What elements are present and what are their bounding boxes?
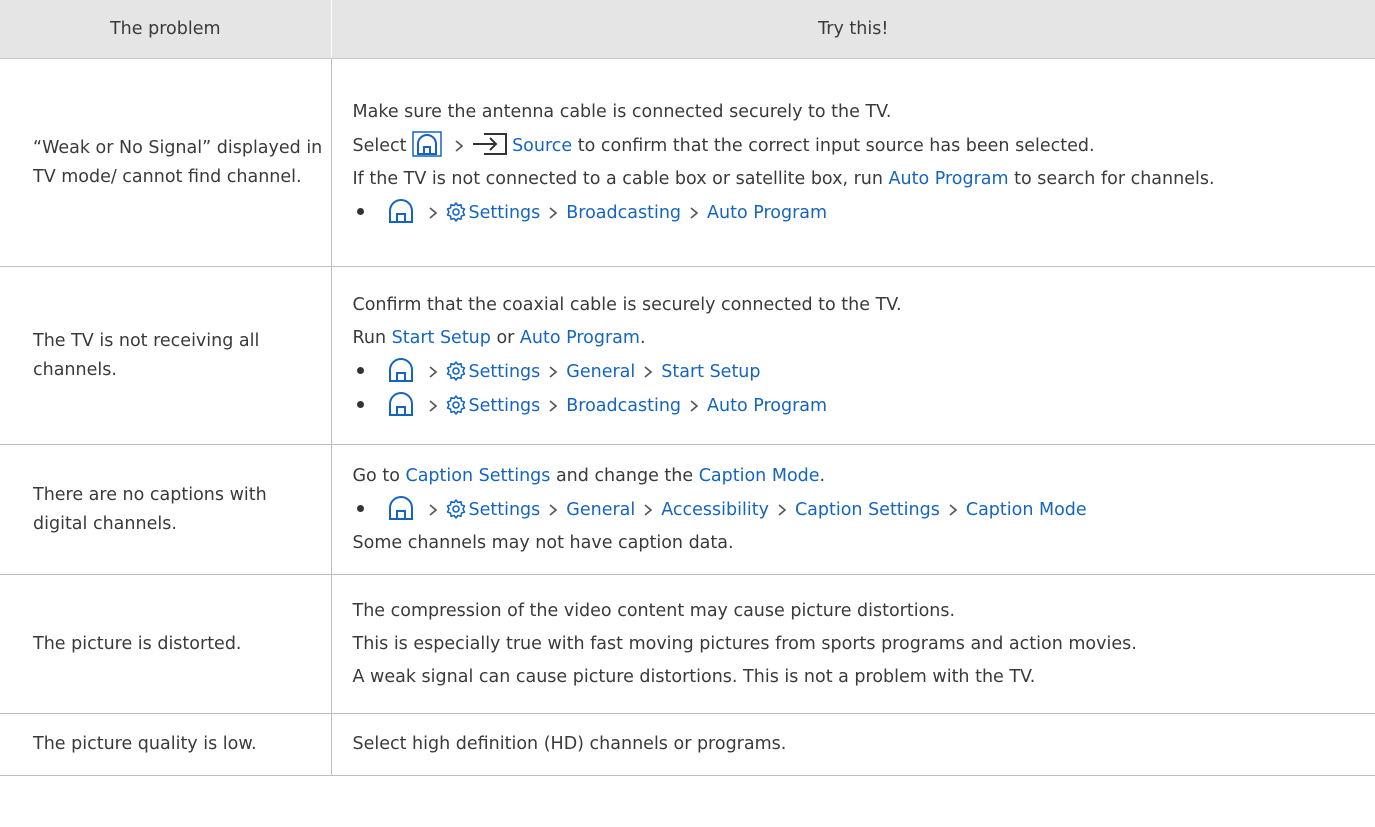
chevron-right-icon <box>429 207 437 219</box>
problem-cell: The picture quality is low. <box>0 713 332 776</box>
source-icon <box>472 131 508 157</box>
path-caption-settings[interactable]: Caption Settings <box>795 500 940 520</box>
chevron-right-icon <box>549 400 557 412</box>
chevron-right-icon <box>429 504 437 516</box>
chevron-right-icon <box>644 504 652 516</box>
solution-cell: The compression of the video content may… <box>331 574 1375 714</box>
problem-cell: The picture is distorted. <box>0 574 332 714</box>
problem-cell: There are no captions with digital chann… <box>0 444 332 575</box>
solution-text-mid: and change the <box>550 465 699 486</box>
table-row: The picture is distorted. The compressio… <box>0 574 1375 714</box>
troubleshooting-table: The problem Try this! “Weak or No Signal… <box>0 0 1375 776</box>
link-auto-program[interactable]: Auto Program <box>889 169 1009 189</box>
menu-path: Settings Broadcasting Auto Program <box>353 391 1368 421</box>
home-icon <box>412 131 442 157</box>
table-row: “Weak or No Signal” displayed in TV mode… <box>0 58 1375 267</box>
path-broadcasting[interactable]: Broadcasting <box>566 203 681 223</box>
chevron-right-icon <box>690 207 698 219</box>
solution-text-suffix: to search for channels. <box>1008 168 1215 189</box>
table-row: The TV is not receiving all channels. Co… <box>0 266 1375 445</box>
menu-path: Settings General Accessibility Caption Sett… <box>353 495 1368 525</box>
solution-cell: Make sure the antenna cable is connected… <box>331 58 1375 267</box>
path-start-setup[interactable]: Start Setup <box>661 362 760 382</box>
chevron-right-icon <box>549 504 557 516</box>
menu-path: Settings General Start Setup <box>353 357 1368 387</box>
table-row: There are no captions with digital chann… <box>0 444 1375 575</box>
chevron-right-icon <box>644 366 652 378</box>
bullet-icon <box>356 504 364 512</box>
home-icon <box>386 198 416 224</box>
solution-text: Go to Caption Settings and change the Ca… <box>353 462 1368 491</box>
path-auto-program[interactable]: Auto Program <box>707 203 827 223</box>
link-caption-settings[interactable]: Caption Settings <box>405 466 550 486</box>
link-start-setup[interactable]: Start Setup <box>392 328 491 348</box>
gear-icon <box>446 202 466 222</box>
bullet-icon <box>356 207 364 215</box>
solution-text-suffix: . <box>639 327 646 348</box>
path-settings[interactable]: Settings <box>469 396 541 416</box>
link-auto-program[interactable]: Auto Program <box>520 328 640 348</box>
solution-text: Make sure the antenna cable is connected… <box>352 101 892 122</box>
solution-cell: Go to Caption Settings and change the Ca… <box>331 444 1375 575</box>
solution-text-mid: or <box>490 327 520 348</box>
gear-icon <box>446 395 466 415</box>
solution-text: Select Source to confirm that the correc… <box>353 131 1368 161</box>
table-header-row: The problem Try this! <box>0 0 1375 59</box>
solution-text: Run Start Setup or Auto Program. <box>353 324 1368 353</box>
problem-cell: The TV is not receiving all channels. <box>0 266 332 445</box>
column-header-problem: The problem <box>0 0 332 59</box>
problem-cell: “Weak or No Signal” displayed in TV mode… <box>0 58 332 267</box>
solution-text-prefix: If the TV is not connected to a cable bo… <box>352 168 889 189</box>
path-accessibility[interactable]: Accessibility <box>661 500 769 520</box>
link-caption-mode[interactable]: Caption Mode <box>699 466 820 486</box>
path-caption-mode[interactable]: Caption Mode <box>966 500 1087 520</box>
solution-text: If the TV is not connected to a cable bo… <box>353 165 1368 194</box>
solution-text: A weak signal can cause picture distorti… <box>352 666 1036 687</box>
table-row: The picture quality is low. Select high … <box>0 713 1375 776</box>
home-icon <box>386 495 416 521</box>
path-auto-program[interactable]: Auto Program <box>707 396 827 416</box>
chevron-right-icon <box>455 140 463 152</box>
solution-text: This is especially true with fast moving… <box>352 633 1137 654</box>
solution-cell: Select high definition (HD) channels or … <box>331 713 1375 776</box>
solution-text-prefix: Go to <box>352 465 406 486</box>
chevron-right-icon <box>549 207 557 219</box>
chevron-right-icon <box>429 400 437 412</box>
gear-icon <box>446 499 466 519</box>
gear-icon <box>446 361 466 381</box>
chevron-right-icon <box>549 366 557 378</box>
solution-text: Confirm that the coaxial cable is secure… <box>352 294 902 315</box>
chevron-right-icon <box>429 366 437 378</box>
solution-text: Select high definition (HD) channels or … <box>352 734 787 754</box>
link-source[interactable]: Source <box>512 136 572 156</box>
home-icon <box>386 357 416 383</box>
solution-text: Some channels may not have caption data. <box>352 532 734 553</box>
path-general[interactable]: General <box>566 362 635 382</box>
chevron-right-icon <box>690 400 698 412</box>
solution-text-suffix: . <box>819 465 826 486</box>
path-general[interactable]: General <box>566 500 635 520</box>
column-header-try-this: Try this! <box>331 0 1375 59</box>
path-settings[interactable]: Settings <box>469 362 541 382</box>
chevron-right-icon <box>949 504 957 516</box>
path-settings[interactable]: Settings <box>469 500 541 520</box>
solution-cell: Confirm that the coaxial cable is secure… <box>331 266 1375 445</box>
solution-text-suffix: to confirm that the correct input source… <box>572 135 1095 156</box>
path-broadcasting[interactable]: Broadcasting <box>566 396 681 416</box>
menu-path: Settings Broadcasting Auto Program <box>353 198 1368 228</box>
solution-text: The compression of the video content may… <box>352 600 956 621</box>
solution-text-prefix: Select <box>352 135 407 156</box>
home-icon <box>386 391 416 417</box>
bullet-icon <box>356 400 364 408</box>
chevron-right-icon <box>778 504 786 516</box>
path-settings[interactable]: Settings <box>469 203 541 223</box>
bullet-icon <box>356 366 364 374</box>
solution-text-prefix: Run <box>352 327 392 348</box>
